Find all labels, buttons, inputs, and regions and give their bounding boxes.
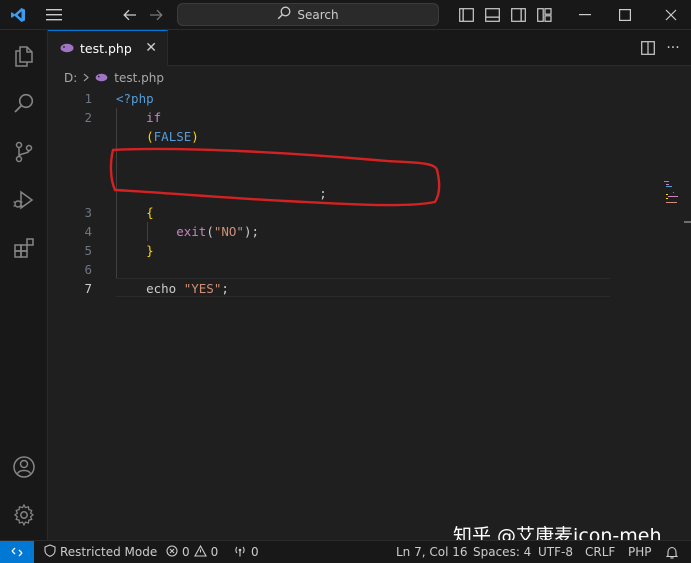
more-actions-icon[interactable]: ··· (662, 33, 684, 63)
toggle-panel-icon[interactable] (482, 0, 502, 30)
manage-gear-icon[interactable] (0, 491, 48, 539)
explorer-files-icon[interactable] (0, 32, 48, 80)
close-tab-icon[interactable]: ✕ (145, 40, 157, 56)
code-token: echo (116, 281, 184, 296)
php-elephant-icon (60, 41, 74, 56)
code-token: if (146, 110, 162, 125)
source-control-icon[interactable] (0, 128, 48, 176)
indentation-setting[interactable]: Spaces: 4 (473, 541, 531, 563)
command-center-search[interactable]: Search (177, 3, 439, 26)
split-editor-icon[interactable] (637, 33, 659, 63)
end-of-line-setting[interactable]: CRLF (585, 541, 615, 563)
menu-icon[interactable] (42, 0, 66, 30)
code-text: } (116, 241, 154, 260)
error-icon (166, 544, 178, 560)
code-token: } (146, 243, 154, 258)
breadcrumb-drive[interactable]: D: (64, 71, 77, 85)
code-text: echo "YES"; (116, 279, 229, 298)
code-token: ( (206, 224, 214, 239)
minimap[interactable] (664, 181, 691, 211)
remote-indicator-icon[interactable] (0, 541, 34, 563)
problems-indicator[interactable]: 0 0 (166, 541, 218, 563)
forward-arrow-icon[interactable] (144, 0, 168, 30)
antenna-icon (233, 545, 247, 560)
code-text: if (116, 108, 161, 127)
language-mode[interactable]: PHP (628, 541, 652, 563)
code-text: <?php (116, 89, 154, 108)
encoding-setting[interactable]: UTF-8 (538, 541, 573, 563)
code-text: exit("NO"); (116, 222, 259, 241)
code-token: exit (176, 224, 207, 239)
tab-label: test.php (80, 41, 132, 56)
notifications-bell-icon[interactable] (666, 541, 678, 563)
code-token: ; (221, 281, 229, 296)
title-bar: Search (0, 0, 691, 30)
code-line[interactable]: 4 exit("NO"); (48, 222, 608, 241)
code-token: ) (191, 129, 199, 144)
line-number: 6 (84, 262, 92, 277)
code-token: <?php (116, 91, 154, 106)
minimize-window-icon[interactable] (570, 0, 600, 30)
breadcrumb-file[interactable]: test.php (114, 71, 164, 85)
customize-layout-icon[interactable] (534, 0, 554, 30)
warning-count: 0 (210, 545, 219, 559)
search-icon (277, 6, 291, 23)
accounts-icon[interactable] (0, 443, 48, 491)
back-arrow-icon[interactable] (118, 0, 142, 30)
shield-icon (44, 544, 56, 560)
restricted-mode-label: Restricted Mode (60, 545, 158, 559)
code-token: ); (243, 224, 260, 239)
run-and-debug-icon[interactable] (0, 176, 48, 224)
code-line[interactable]: 6 (48, 260, 608, 279)
code-editor[interactable]: 1 <?php 2 if (FALSE) ; 3 {4 exit("NO"); 5 } 6… (48, 89, 691, 540)
code-line[interactable]: 7 echo "YES"; (48, 279, 608, 298)
chevron-right-icon (83, 71, 90, 85)
php-elephant-icon (95, 71, 108, 85)
red-annotation-outline (109, 147, 441, 207)
status-bar: Restricted Mode 0 0 0 Ln 7, Col 16 Space… (0, 540, 691, 563)
search-icon[interactable] (0, 80, 48, 128)
scrollbar-marker[interactable] (684, 221, 691, 223)
line-number: 7 (84, 281, 92, 296)
cursor-position[interactable]: Ln 7, Col 16 (396, 541, 468, 563)
toggle-primary-sidebar-icon[interactable] (456, 0, 476, 30)
activity-bar (0, 30, 48, 540)
error-count: 0 (182, 545, 190, 559)
code-token: "YES" (183, 281, 222, 296)
ports-indicator[interactable]: 0 (233, 541, 259, 563)
close-window-icon[interactable] (656, 0, 686, 30)
line-number: 4 (84, 224, 92, 239)
code-line[interactable]: 2 if (48, 108, 608, 127)
code-token: FALSE (153, 129, 192, 144)
editor-tab-bar: test.php ✕ ··· (48, 30, 691, 66)
code-line[interactable]: 1 <?php (48, 89, 608, 108)
warning-icon (193, 544, 207, 560)
code-line[interactable]: 5 } (48, 241, 608, 260)
line-number: 1 (84, 91, 92, 106)
search-placeholder: Search (297, 7, 339, 22)
restricted-mode-indicator[interactable]: Restricted Mode (44, 541, 157, 563)
breadcrumb: D: test.php (48, 67, 164, 89)
line-number: 3 (84, 205, 92, 220)
toggle-secondary-sidebar-icon[interactable] (508, 0, 528, 30)
line-number: 2 (84, 110, 92, 125)
maximize-window-icon[interactable] (610, 0, 640, 30)
line-number: 5 (84, 243, 92, 258)
code-token: "NO" (213, 224, 244, 239)
ports-count: 0 (251, 545, 259, 559)
extensions-icon[interactable] (0, 224, 48, 272)
tab-test-php[interactable]: test.php ✕ (48, 30, 168, 66)
vscode-logo-icon (6, 0, 30, 30)
code-token: ( (146, 129, 154, 144)
